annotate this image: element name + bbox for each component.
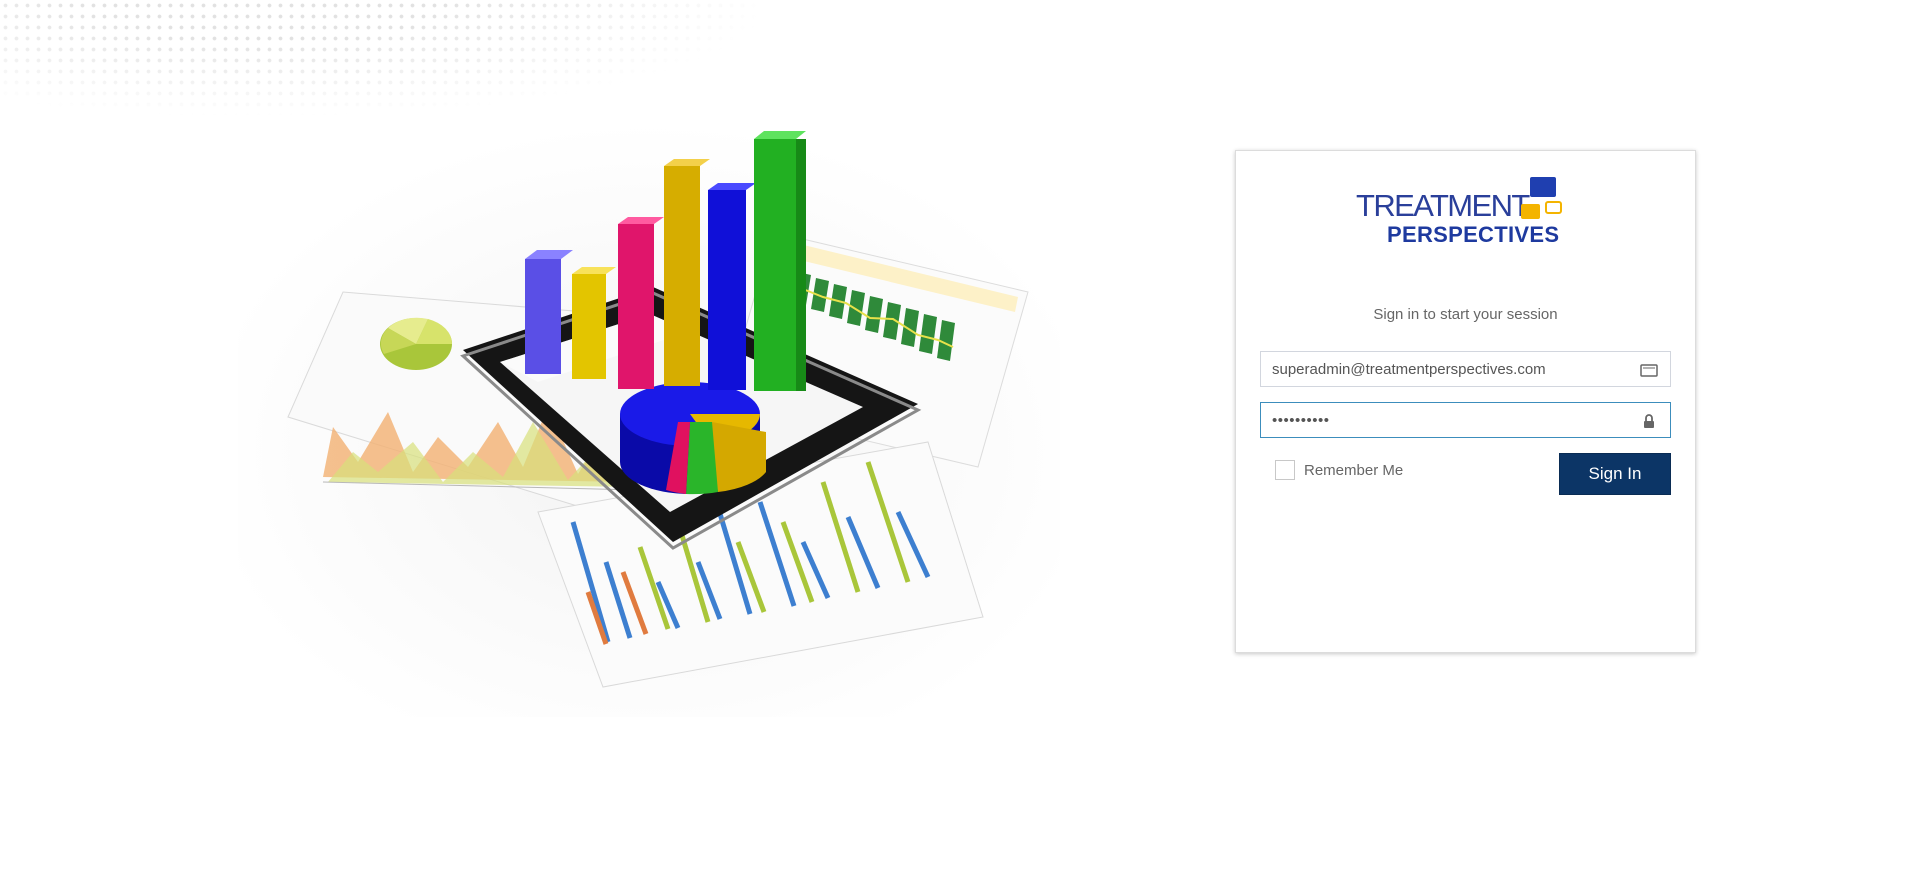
logo-text-treatment: TREATMENT bbox=[1356, 188, 1530, 223]
analytics-illustration bbox=[238, 122, 1060, 717]
background-dot-pattern bbox=[0, 0, 760, 115]
envelope-icon bbox=[1640, 362, 1658, 378]
treatment-perspectives-logo: TREATMENT PERSPECTIVES bbox=[1356, 176, 1571, 251]
login-subtitle: Sign in to start your session bbox=[1373, 306, 1558, 323]
remember-me-label[interactable]: Remember Me bbox=[1304, 462, 1403, 479]
sign-in-button[interactable]: Sign In bbox=[1559, 453, 1671, 495]
logo-text-perspectives: PERSPECTIVES bbox=[1387, 222, 1560, 247]
logo-square-gold bbox=[1521, 204, 1540, 219]
remember-me-checkbox[interactable] bbox=[1275, 460, 1295, 480]
email-input[interactable] bbox=[1261, 352, 1670, 386]
email-field-wrapper bbox=[1260, 351, 1671, 387]
pie-chart-3d bbox=[620, 382, 766, 495]
remember-me: Remember Me bbox=[1275, 458, 1403, 482]
password-field-wrapper bbox=[1260, 402, 1671, 438]
login-box: TREATMENT PERSPECTIVES Sign in to start … bbox=[1235, 150, 1696, 653]
logo-square-outline bbox=[1545, 201, 1562, 214]
password-input[interactable] bbox=[1261, 403, 1670, 437]
lock-icon bbox=[1640, 413, 1658, 429]
logo-square-blue bbox=[1530, 177, 1556, 197]
